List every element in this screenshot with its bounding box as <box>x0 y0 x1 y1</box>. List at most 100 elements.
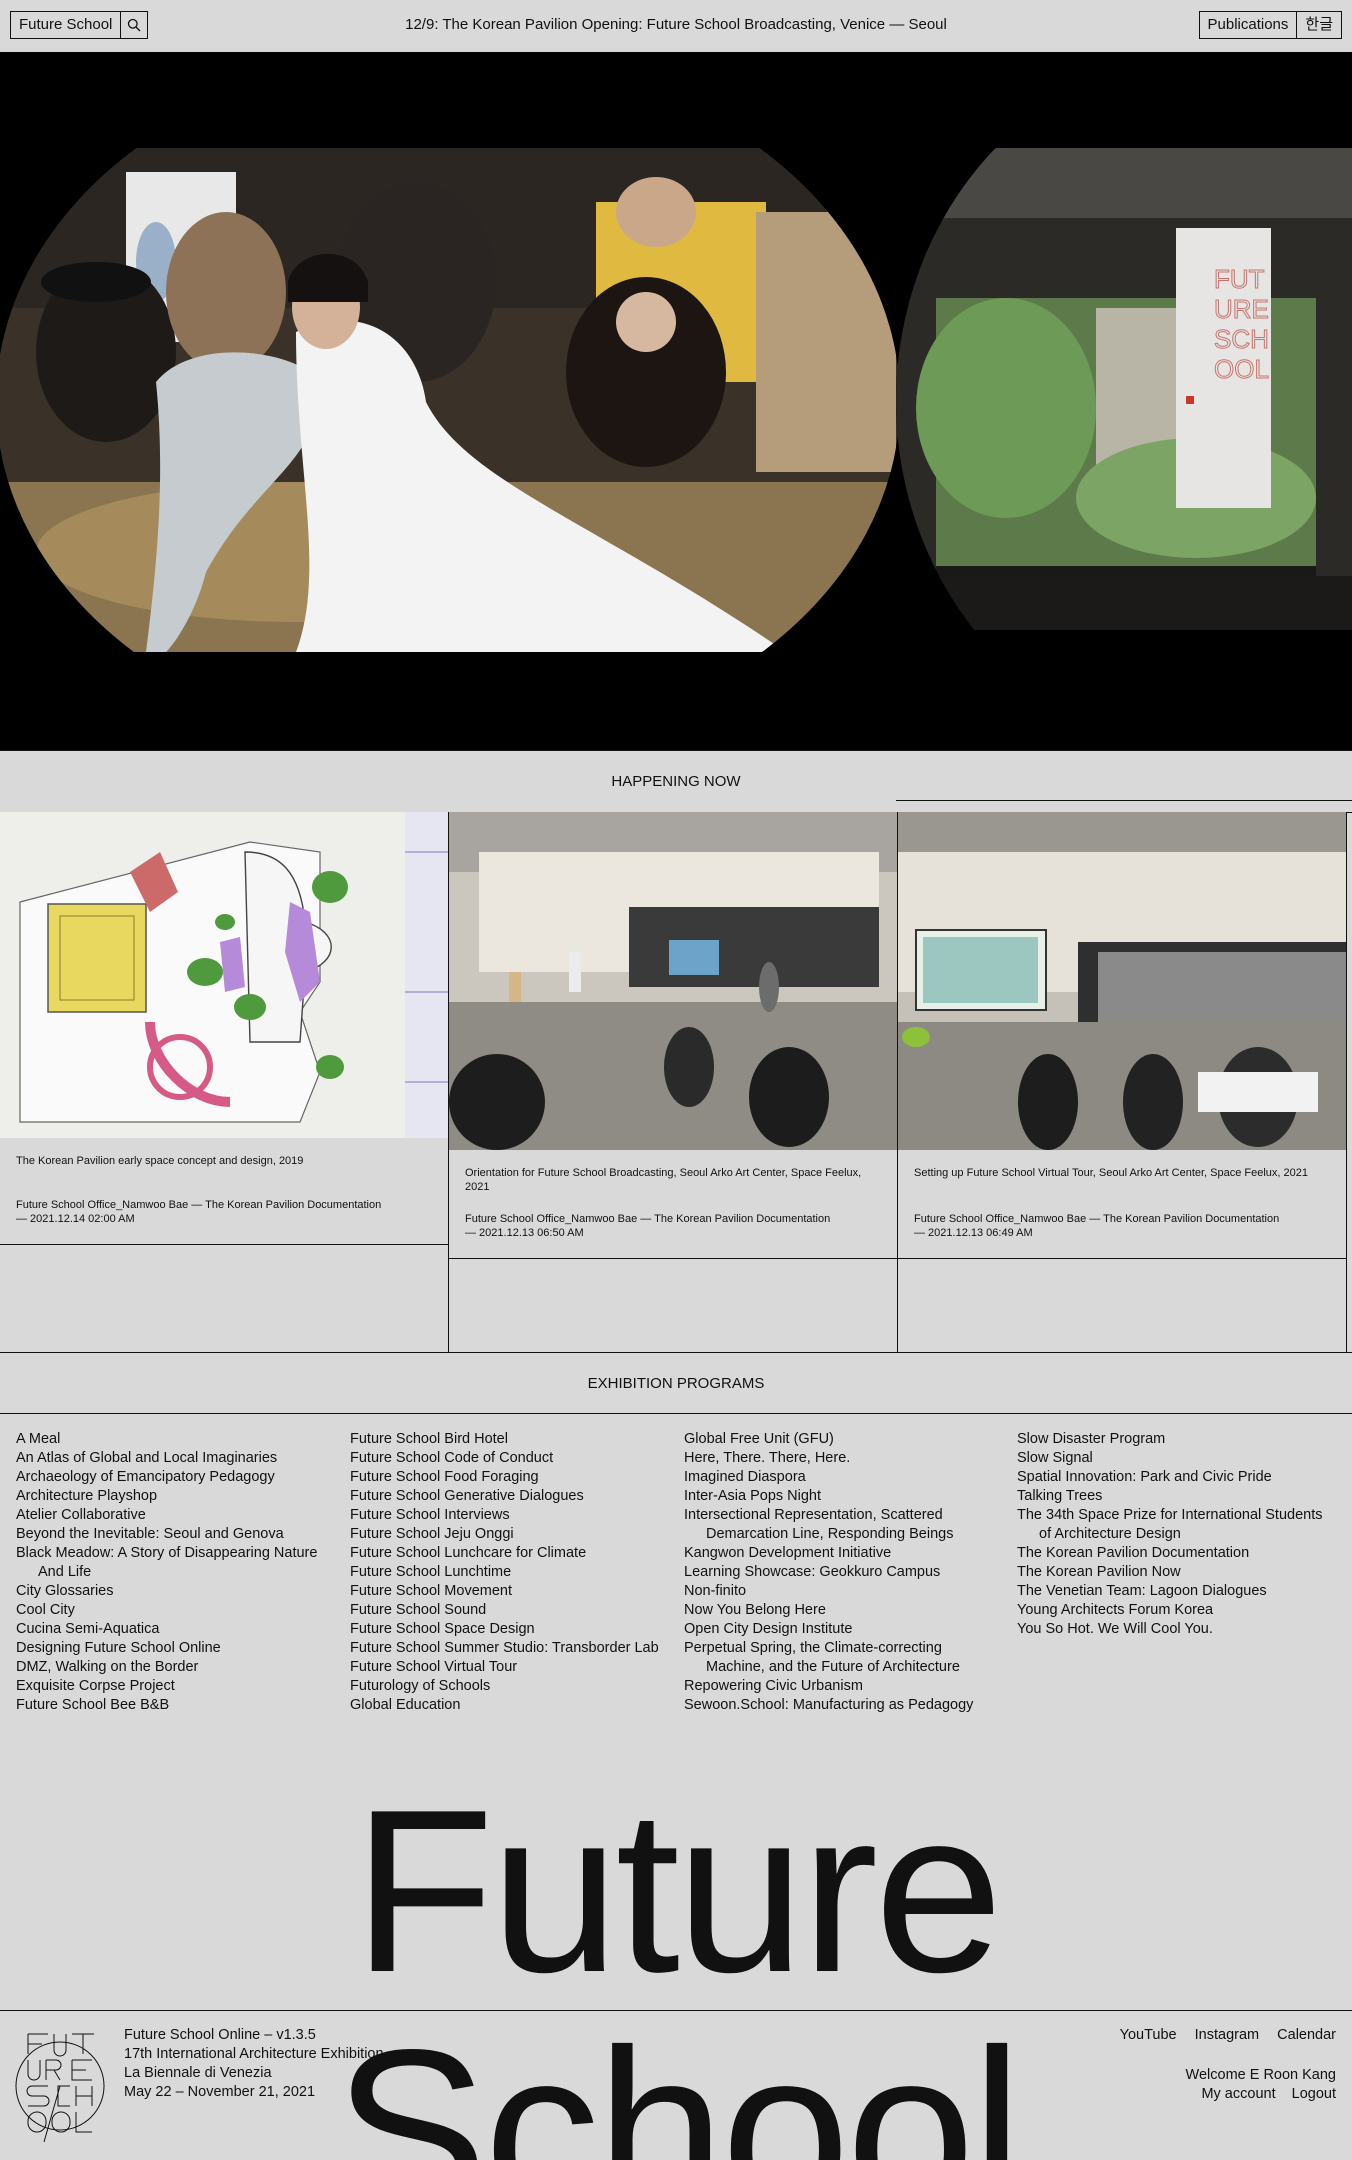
program-link[interactable]: Inter-Asia Pops Night <box>684 1487 1004 1506</box>
program-title: Slow Signal <box>1017 1450 1093 1466</box>
youtube-link[interactable]: YouTube <box>1120 2027 1177 2043</box>
svg-text:FUT: FUT <box>1214 264 1265 294</box>
program-link[interactable]: Non-finito <box>684 1582 1004 1601</box>
program-link[interactable]: Imagined Diaspora <box>684 1468 1004 1487</box>
program-link[interactable]: Future School Summer Studio: Transborder… <box>350 1639 670 1658</box>
program-link[interactable]: Future School Virtual Tour <box>350 1658 670 1677</box>
instagram-link[interactable]: Instagram <box>1195 2027 1259 2043</box>
program-link[interactable]: Global Free Unit (GFU) <box>684 1430 1004 1449</box>
program-link[interactable]: Future School Sound <box>350 1601 670 1620</box>
news-card[interactable]: The Korean Pavilion early space concept … <box>0 812 448 1352</box>
program-title: Archaeology of Emancipatory Pedagogy <box>16 1469 275 1485</box>
program-title: Exquisite Corpse Project <box>16 1678 175 1694</box>
program-title: Designing Future School Online <box>16 1640 221 1656</box>
program-title: Beyond the Inevitable: Seoul and Genova <box>16 1526 284 1542</box>
program-link[interactable]: Cucina Semi-Aquatica <box>16 1620 336 1639</box>
program-title: Imagined Diaspora <box>684 1469 806 1485</box>
program-link[interactable]: Future School Bee B&B <box>16 1696 336 1715</box>
program-link[interactable]: Slow Disaster Program <box>1017 1430 1337 1449</box>
programs-column-1: A Meal An Atlas of Global and Local Imagi… <box>16 1430 336 1715</box>
program-link[interactable]: The Korean Pavilion Now <box>1017 1563 1337 1582</box>
program-link[interactable]: Designing Future School Online <box>16 1639 336 1658</box>
welcome-text: Welcome E Roon Kang <box>1185 2067 1336 2083</box>
program-link[interactable]: DMZ, Walking on the Border <box>16 1658 336 1677</box>
program-title: Future School Lunchtime <box>350 1564 512 1580</box>
logout-link[interactable]: Logout <box>1292 2086 1336 2102</box>
program-title: Spatial Innovation: Park and Civic Pride <box>1017 1469 1272 1485</box>
program-link[interactable]: Intersectional Representation, Scattered… <box>684 1506 1004 1544</box>
orientation-photo <box>449 812 897 1150</box>
divider <box>898 1258 1346 1259</box>
program-link[interactable]: Future School Food Foraging <box>350 1468 670 1487</box>
program-title: Now You Belong Here <box>684 1602 826 1618</box>
program-link[interactable]: Architecture Playshop <box>16 1487 336 1506</box>
program-link[interactable]: Now You Belong Here <box>684 1601 1004 1620</box>
hero-image-performance[interactable] <box>0 52 900 750</box>
publications-button[interactable]: Publications <box>1200 12 1297 38</box>
program-link[interactable]: The Korean Pavilion Documentation <box>1017 1544 1337 1563</box>
news-card[interactable]: Orientation for Future School Broadcasti… <box>449 812 897 1352</box>
program-link[interactable]: You So Hot. We Will Cool You. <box>1017 1620 1337 1639</box>
program-link[interactable]: Global Education <box>350 1696 670 1715</box>
program-link[interactable]: Sewoon.School: Manufacturing as Pedagogy <box>684 1696 1004 1715</box>
dates-text: May 22 – November 21, 2021 <box>124 2084 316 2100</box>
program-link[interactable]: Here, There. There, Here. <box>684 1449 1004 1468</box>
program-title: Future School Sound <box>350 1602 487 1618</box>
program-link[interactable]: Talking Trees <box>1017 1487 1337 1506</box>
hero-image-pavilion[interactable]: FUT URE SCH OOL <box>896 52 1352 750</box>
program-link[interactable]: Young Architects Forum Korea <box>1017 1601 1337 1620</box>
performance-photo <box>0 148 900 652</box>
program-link[interactable]: Open City Design Institute <box>684 1620 1004 1639</box>
program-link[interactable]: City Glossaries <box>16 1582 336 1601</box>
program-link[interactable]: Beyond the Inevitable: Seoul and Genova <box>16 1525 336 1544</box>
program-link[interactable]: Spatial Innovation: Park and Civic Pride <box>1017 1468 1337 1487</box>
divider <box>0 1413 1352 1414</box>
card-author: Future School Office_Namwoo Bae — The Ko… <box>465 1213 831 1225</box>
program-link[interactable]: Black Meadow: A Story of Disappearing Na… <box>16 1544 336 1582</box>
program-link[interactable]: A Meal <box>16 1430 336 1449</box>
program-link[interactable]: The Venetian Team: Lagoon Dialogues <box>1017 1582 1337 1601</box>
program-link[interactable]: Future School Interviews <box>350 1506 670 1525</box>
program-title: DMZ, Walking on the Border <box>16 1659 199 1675</box>
program-link[interactable]: Future School Movement <box>350 1582 670 1601</box>
program-link[interactable]: Future School Jeju Onggi <box>350 1525 670 1544</box>
program-link[interactable]: Cool City <box>16 1601 336 1620</box>
program-title: Global Education <box>350 1697 461 1713</box>
program-title: Future School Bee B&B <box>16 1697 170 1713</box>
programs-column-3: Global Free Unit (GFU) Here, There. There… <box>684 1430 1004 1715</box>
footer-links: YouTube Instagram Calendar <box>1106 2026 1336 2045</box>
program-link[interactable]: Slow Signal <box>1017 1449 1337 1468</box>
program-title: Future School Lunchcare for Climate <box>350 1545 587 1561</box>
virtual-tour-photo <box>898 812 1346 1150</box>
program-link[interactable]: Future School Space Design <box>350 1620 670 1639</box>
language-toggle[interactable]: 한글 <box>1296 12 1341 38</box>
program-link[interactable]: The 34th Space Prize for International S… <box>1017 1506 1337 1544</box>
program-title: The Korean Pavilion Now <box>1017 1564 1181 1580</box>
news-card[interactable]: Setting up Future School Virtual Tour, S… <box>898 812 1346 1352</box>
program-link[interactable]: Perpetual Spring, the Climate-correcting… <box>684 1639 1004 1677</box>
program-link[interactable]: Atelier Collaborative <box>16 1506 336 1525</box>
program-link[interactable]: Future School Generative Dialogues <box>350 1487 670 1506</box>
program-link[interactable]: Kangwon Development Initiative <box>684 1544 1004 1563</box>
program-link[interactable]: Repowering Civic Urbanism <box>684 1677 1004 1696</box>
program-title: Slow Disaster Program <box>1017 1431 1166 1447</box>
program-title: Cucina Semi-Aquatica <box>16 1621 160 1637</box>
future-school-logo[interactable] <box>14 2024 106 2144</box>
card-author: Future School Office_Namwoo Bae — The Ko… <box>16 1199 382 1211</box>
headline-link[interactable]: 12/9: The Korean Pavilion Opening: Futur… <box>0 15 1352 35</box>
program-link[interactable]: Future School Lunchcare for Climate <box>350 1544 670 1563</box>
calendar-link[interactable]: Calendar <box>1277 2027 1336 2043</box>
program-link[interactable]: Future School Lunchtime <box>350 1563 670 1582</box>
program-link[interactable]: Future School Code of Conduct <box>350 1449 670 1468</box>
program-link[interactable]: Future School Bird Hotel <box>350 1430 670 1449</box>
program-link[interactable]: Futurology of Schools <box>350 1677 670 1696</box>
program-title: Future School Virtual Tour <box>350 1659 518 1675</box>
program-link[interactable]: Learning Showcase: Geokkuro Campus <box>684 1563 1004 1582</box>
program-link[interactable]: Archaeology of Emancipatory Pedagogy <box>16 1468 336 1487</box>
program-title: Cool City <box>16 1602 75 1618</box>
program-title: Future School Interviews <box>350 1507 510 1523</box>
my-account-link[interactable]: My account <box>1201 2086 1275 2102</box>
program-link[interactable]: An Atlas of Global and Local Imaginaries <box>16 1449 336 1468</box>
program-title: Non-finito <box>684 1583 747 1599</box>
program-link[interactable]: Exquisite Corpse Project <box>16 1677 336 1696</box>
